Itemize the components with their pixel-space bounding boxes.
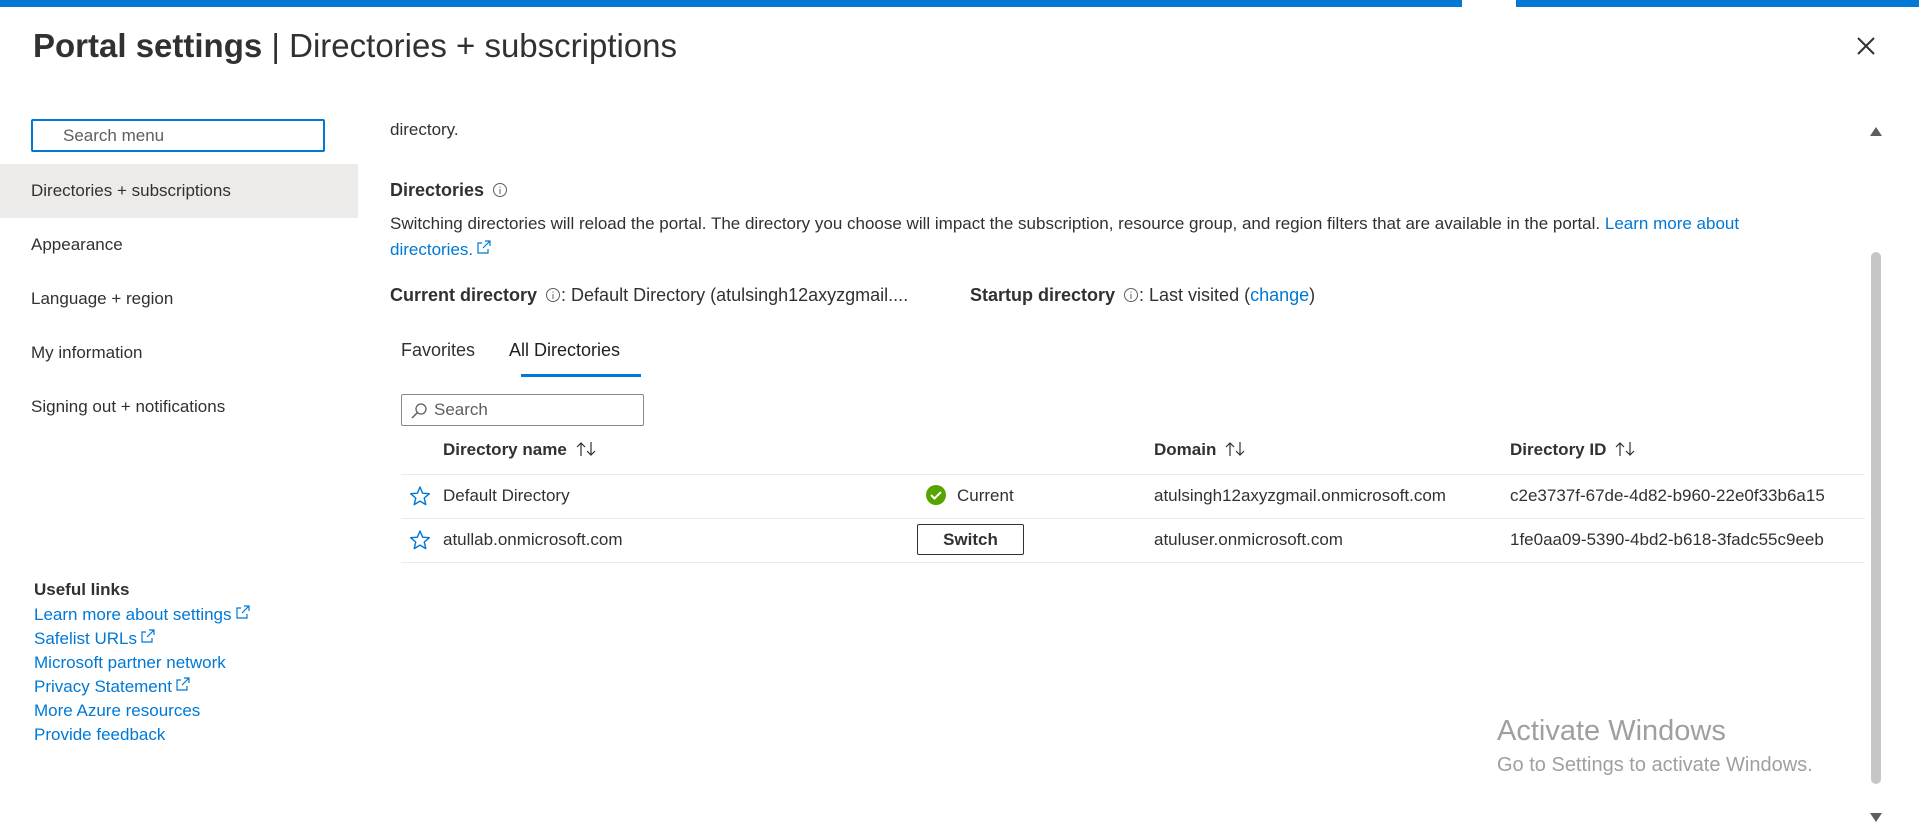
- column-directory-id[interactable]: Directory ID: [1510, 440, 1636, 460]
- table-row: atullab.onmicrosoft.com Switch atuluser.…: [401, 519, 1865, 563]
- directory-id: c2e3737f-67de-4d82-b960-22e0f33b6a15: [1510, 486, 1825, 505]
- switch-button[interactable]: Switch: [917, 524, 1024, 555]
- info-icon[interactable]: [1123, 287, 1139, 303]
- star-icon[interactable]: [409, 529, 431, 551]
- column-directory-name[interactable]: Directory name: [443, 440, 597, 460]
- link-label: Privacy Statement: [34, 677, 172, 696]
- watermark-subtitle: Go to Settings to activate Windows.: [1497, 754, 1813, 776]
- current-directory: Current directory : Default Directory (at…: [390, 285, 908, 306]
- sidebar-item-my-information[interactable]: My information: [0, 326, 358, 380]
- sort-icon: [1615, 442, 1635, 456]
- sidebar-item-appearance[interactable]: Appearance: [0, 218, 358, 272]
- directory-name: atullab.onmicrosoft.com: [443, 530, 623, 549]
- external-link-icon: [141, 629, 155, 643]
- startup-directory-suffix: ): [1309, 285, 1316, 305]
- page-title-separator: |: [262, 27, 290, 64]
- page-title-rest: Directories + subscriptions: [289, 27, 678, 64]
- status-badge: Current: [925, 484, 1014, 506]
- directory-id: 1fe0aa09-5390-4bd2-b618-3fadc55c9eeb: [1510, 530, 1824, 549]
- activate-windows-watermark: Activate Windows Go to Settings to activ…: [1497, 715, 1813, 777]
- scrollbar-thumb[interactable]: [1871, 252, 1881, 784]
- check-circle-icon: [926, 485, 946, 505]
- directory-search-input[interactable]: [402, 395, 643, 425]
- useful-links-title: Useful links: [34, 580, 130, 599]
- startup-directory: Startup directory : Last visited (change): [970, 285, 1315, 306]
- directory-name: Default Directory: [443, 486, 570, 505]
- link-microsoft-partner-network[interactable]: Microsoft partner network: [34, 651, 250, 675]
- column-domain[interactable]: Domain: [1154, 440, 1246, 460]
- column-label: Domain: [1154, 440, 1217, 459]
- table-header: Directory name Domain Directory ID: [401, 430, 1865, 475]
- search-menu-input[interactable]: [33, 121, 323, 150]
- tab-favorites[interactable]: Favorites: [401, 340, 475, 371]
- lead-text: directory.: [390, 120, 459, 139]
- star-icon[interactable]: [409, 485, 431, 507]
- directory-search[interactable]: [401, 394, 644, 426]
- startup-directory-prefix: : Last visited (: [1139, 285, 1251, 305]
- link-label: More Azure resources: [34, 701, 201, 720]
- sidebar-item-language-region[interactable]: Language + region: [0, 272, 358, 326]
- link-label: Safelist URLs: [34, 629, 137, 648]
- external-link-icon: [477, 240, 491, 254]
- change-startup-link[interactable]: change: [1250, 285, 1309, 305]
- directories-description: Switching directories will reload the po…: [390, 211, 1810, 263]
- sort-icon: [1225, 442, 1245, 456]
- info-icon[interactable]: [545, 287, 561, 303]
- sidebar-item-signing-out-notifications[interactable]: Signing out + notifications: [0, 380, 358, 434]
- loading-bar-segment: [1516, 0, 1919, 7]
- chevron-down-icon[interactable]: [1869, 812, 1883, 824]
- column-label: Directory name: [443, 440, 567, 459]
- link-safelist-urls[interactable]: Safelist URLs: [34, 627, 250, 651]
- external-link-icon: [235, 605, 250, 619]
- search-menu[interactable]: [31, 119, 325, 152]
- directory-domain: atulsingh12axyzgmail.onmicrosoft.com: [1154, 486, 1446, 505]
- sidebar-item-directories-subscriptions[interactable]: Directories + subscriptions: [0, 164, 358, 218]
- active-tab-indicator: [521, 374, 641, 377]
- link-more-azure-resources[interactable]: More Azure resources: [34, 699, 250, 723]
- chevron-up-icon[interactable]: [1869, 125, 1883, 137]
- section-title: Directories: [390, 180, 508, 201]
- close-button[interactable]: [1852, 32, 1880, 60]
- link-label: Provide feedback: [34, 725, 166, 744]
- link-provide-feedback[interactable]: Provide feedback: [34, 723, 250, 747]
- useful-links: Useful links Learn more about settings S…: [34, 580, 250, 747]
- link-privacy-statement[interactable]: Privacy Statement: [34, 675, 250, 699]
- description-text: Switching directories will reload the po…: [390, 214, 1605, 233]
- tab-all-directories[interactable]: All Directories: [509, 340, 620, 371]
- link-label: Microsoft partner network: [34, 653, 226, 672]
- current-directory-value: : Default Directory (atulsingh12axyzgmai…: [561, 285, 909, 305]
- directories-table: Directory name Domain Directory ID Defau…: [401, 430, 1865, 563]
- table-row: Default Directory Current atulsingh12axy…: [401, 475, 1865, 519]
- page-title-strong: Portal settings: [33, 27, 263, 64]
- watermark-title: Activate Windows: [1497, 715, 1726, 747]
- status-label: Current: [957, 486, 1014, 505]
- external-link-icon: [176, 677, 190, 691]
- sort-icon: [576, 442, 596, 456]
- directory-domain: atuluser.onmicrosoft.com: [1154, 530, 1343, 549]
- close-icon: [1857, 37, 1875, 55]
- link-label: Learn more about settings: [34, 605, 232, 624]
- section-title-label: Directories: [390, 180, 485, 200]
- search-icon: [411, 403, 427, 419]
- page-title: Portal settings | Directories + subscrip…: [33, 27, 677, 65]
- info-icon[interactable]: [492, 182, 508, 198]
- sidebar-nav: Directories + subscriptions Appearance L…: [0, 164, 358, 434]
- startup-directory-label: Startup directory: [970, 285, 1116, 305]
- link-learn-more-settings[interactable]: Learn more about settings: [34, 603, 250, 627]
- current-directory-label: Current directory: [390, 285, 538, 305]
- column-label: Directory ID: [1510, 440, 1607, 459]
- loading-bar: [0, 0, 1462, 7]
